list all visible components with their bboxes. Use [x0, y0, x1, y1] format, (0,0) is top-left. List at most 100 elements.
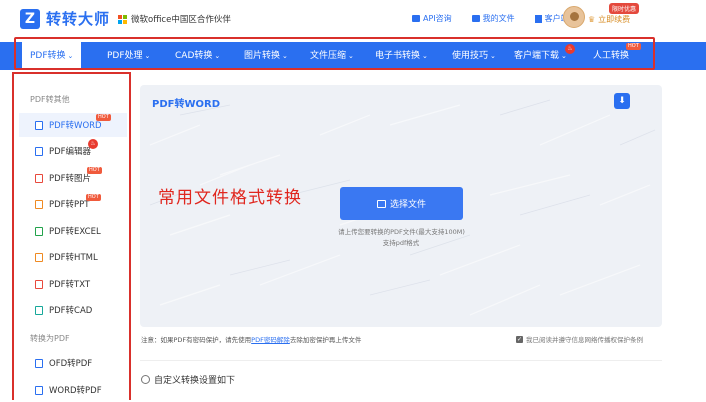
logo-mark: Z: [20, 8, 40, 29]
nav-label: 文件压缩: [310, 51, 347, 61]
download-icon: [534, 14, 542, 23]
api-consult-label: API咨询: [423, 14, 452, 23]
checkbox-checked-icon: ✓: [516, 335, 523, 343]
upload-panel[interactable]: PDF转WORD ⬇ 常用文件格式转换 选择文件 请上传您要转换的PDF文件(最…: [140, 85, 662, 327]
ppt-file-icon: [35, 199, 43, 209]
sidebar-item-label: PDF转图片: [49, 174, 92, 184]
upload-icon: [376, 199, 386, 208]
chevron-down-icon: ⌄: [422, 52, 428, 60]
word-file-icon: [35, 385, 43, 395]
sidebar-item-pdf-to-word[interactable]: PDF转WORD: [19, 113, 127, 137]
divider: [140, 360, 662, 361]
avatar[interactable]: [563, 6, 585, 28]
sidebar-item-pdf-to-image[interactable]: PDF转图片: [19, 166, 127, 190]
sidebar-item-pdf-to-txt[interactable]: PDF转TXT: [19, 272, 127, 296]
chevron-down-icon: ⌄: [214, 52, 221, 60]
limited-offer-badge: 限时优惠: [609, 3, 640, 14]
nav-label: 电子书转换: [375, 51, 421, 61]
sidebar-item-pdf-editor[interactable]: PDF编辑器: [19, 139, 127, 163]
choose-file-button[interactable]: 选择文件: [340, 187, 463, 220]
overlay-caption: 常用文件格式转换: [158, 188, 302, 208]
sidebar-item-label: PDF转WORD: [49, 121, 102, 131]
nav-label: 人工转换: [593, 51, 630, 61]
note-suffix: 去除加密保护再上传文件: [289, 336, 362, 344]
nav-pdf-process[interactable]: PDF处理 ⌄: [107, 42, 150, 70]
upload-hint: 请上传您要转换的PDF文件(最大支持100M): [338, 228, 465, 236]
sidebar-item-pdf-to-ppt[interactable]: PDF转PPT: [19, 192, 127, 216]
chevron-down-icon: ⌄: [561, 52, 567, 60]
renew-vip-link[interactable]: ♛ 立即续费: [588, 14, 630, 25]
custom-settings-label: 自定义转换设置如下: [154, 376, 236, 386]
nav-manual-convert[interactable]: 人工转换: [593, 42, 629, 70]
top-bar: Z 转转大师 微软office中国区合作伙伴 API咨询 我的文件 客户端 ♛ …: [0, 0, 706, 40]
sidebar-item-label: PDF编辑器: [49, 147, 92, 157]
sidebar-item-label: PDF转TXT: [49, 280, 91, 290]
nav-label: CAD转换: [175, 51, 213, 61]
nav-label: PDF转换: [30, 51, 66, 61]
hot-badge: HOT: [96, 114, 111, 121]
html-file-icon: [35, 252, 43, 262]
custom-settings-header[interactable]: 自定义转换设置如下: [141, 373, 235, 386]
chevron-down-icon: ⌄: [282, 52, 288, 60]
logo[interactable]: Z 转转大师: [20, 8, 110, 29]
nav-pdf-convert[interactable]: PDF转换 ⌄: [22, 42, 82, 70]
ofd-file-icon: [35, 358, 43, 368]
nav-label: 使用技巧: [452, 51, 489, 61]
my-files-label: 我的文件: [482, 14, 515, 23]
hot-badge: HOT: [86, 194, 101, 201]
nav-tips[interactable]: 使用技巧 ⌄: [452, 42, 496, 70]
folder-icon: [471, 15, 480, 22]
nav-ebook-convert[interactable]: 电子书转换 ⌄: [375, 42, 428, 70]
api-consult-link[interactable]: API咨询: [412, 13, 452, 24]
sidebar-item-label: WORD转PDF: [49, 386, 102, 396]
microsoft-icon: [118, 14, 127, 24]
word-file-icon: [35, 120, 43, 130]
chevron-down-icon: ⌄: [348, 52, 354, 60]
chevron-down-icon: ⌄: [490, 52, 496, 60]
nav-client-download[interactable]: 客户端下载 ⌄: [514, 42, 567, 70]
chevron-down-icon: ⌄: [67, 52, 74, 60]
fire-icon: ♨: [565, 44, 575, 54]
nav-label: 客户端下载: [514, 51, 560, 61]
nav-cad-convert[interactable]: CAD转换 ⌄: [175, 42, 220, 70]
excel-file-icon: [35, 226, 43, 236]
hot-badge: HOT: [87, 167, 102, 174]
pdf-password-remove-link[interactable]: PDF密码解除: [251, 336, 290, 344]
sidebar-item-pdf-to-html[interactable]: PDF转HTML: [19, 245, 127, 269]
note-prefix: 注意：如果PDF有密码保护，请先使用: [141, 336, 252, 344]
nav-image-convert[interactable]: 图片转换 ⌄: [244, 42, 288, 70]
sidebar-group-pdf-to-other: PDF转其他: [30, 95, 70, 104]
sidebar-item-label: PDF转CAD: [49, 306, 93, 316]
sidebar-item-label: PDF转PPT: [49, 200, 90, 210]
chevron-down-icon: ⌄: [144, 52, 151, 60]
txt-file-icon: [35, 279, 43, 289]
partner-text: 微软office中国区合作伙伴: [131, 15, 231, 25]
cad-file-icon: [35, 305, 43, 315]
sidebar-item-label: PDF转EXCEL: [49, 227, 101, 237]
fire-icon: ♨: [88, 139, 98, 149]
sidebar-item-label: PDF转HTML: [49, 253, 98, 263]
renew-label: 立即续费: [598, 15, 631, 24]
bookmark-icon[interactable]: ⬇: [614, 93, 630, 109]
password-note: 注意：如果PDF有密码保护，请先使用PDF密码解除去除加密保护再上传文件: [141, 334, 361, 344]
nav-file-compress[interactable]: 文件压缩 ⌄: [310, 42, 354, 70]
format-hint: 支持pdf格式: [382, 239, 420, 247]
nav-label: PDF处理: [107, 51, 143, 61]
image-file-icon: [35, 173, 43, 183]
sidebar-item-word-to-pdf[interactable]: WORD转PDF: [19, 378, 127, 402]
sidebar-item-label: OFD转PDF: [49, 359, 93, 369]
sidebar-item-pdf-to-excel[interactable]: PDF转EXCEL: [19, 219, 127, 243]
chat-icon: [412, 15, 420, 22]
gear-icon: [141, 375, 150, 384]
sidebar-item-pdf-to-cad[interactable]: PDF转CAD: [19, 298, 127, 322]
agree-label: 我已阅读并遵守信息网络传播权保护条例: [526, 336, 643, 344]
monitor-icon: [35, 146, 43, 156]
sidebar-item-ofd-to-pdf[interactable]: OFD转PDF: [19, 351, 127, 375]
nav-label: 图片转换: [244, 51, 281, 61]
agree-checkbox[interactable]: ✓ 我已阅读并遵守信息网络传播权保护条例: [516, 334, 643, 344]
hot-badge: HOT: [626, 43, 641, 50]
microsoft-partner: 微软office中国区合作伙伴: [118, 13, 231, 25]
my-files-link[interactable]: 我的文件: [471, 13, 515, 24]
choose-file-label: 选择文件: [389, 200, 426, 210]
crown-icon: ♛: [588, 15, 596, 24]
